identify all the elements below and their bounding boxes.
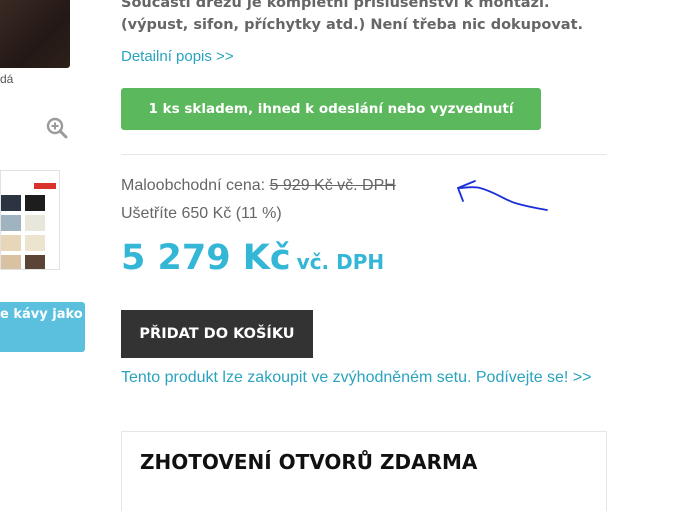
swatch [1,215,21,231]
free-holes-title: ZHOTOVENÍ OTVORŮ ZDARMA [140,450,478,474]
add-to-cart-button[interactable]: PŘIDAT DO KOŠÍKU [121,310,313,358]
side-promo-button[interactable]: e kávy jako [0,302,85,352]
price-vat: vč. DPH [296,250,385,274]
product-image[interactable] [0,0,70,68]
image-caption: dá [0,72,14,86]
detail-description-link[interactable]: Detailní popis >> [121,48,234,65]
stock-status-button[interactable]: 1 ks skladem, ihned k odeslání nebo vyzv… [121,88,541,130]
swatch [25,195,45,211]
savings-text: Ušetříte 650 Kč (11 %) [121,205,282,222]
price-amount: 5 279 Kč [121,238,291,278]
thumbnail-badge [34,183,56,189]
zoom-in-icon[interactable] [45,116,69,140]
swatch [1,235,21,251]
retail-price-label: Maloobchodní cena: [121,177,266,194]
color-variants-thumbnail[interactable] [0,170,60,270]
divider [121,154,607,155]
retail-price-line: Maloobchodní cena: 5 929 Kč vč. DPH [121,177,396,195]
swatch [25,235,45,251]
product-description: Součástí dřezu je kompletní příslušenstv… [121,0,584,33]
retail-price-value: 5 929 Kč vč. DPH [269,177,396,194]
bundle-set-link[interactable]: Tento produkt lze zakoupit ve zvýhodněné… [121,366,601,389]
swatch [25,215,45,231]
swatch [25,255,45,269]
current-price: 5 279 Kč vč. DPH [121,238,384,278]
swatch [1,195,21,211]
swatch [1,255,21,269]
annotation-arrow-icon [457,180,548,211]
